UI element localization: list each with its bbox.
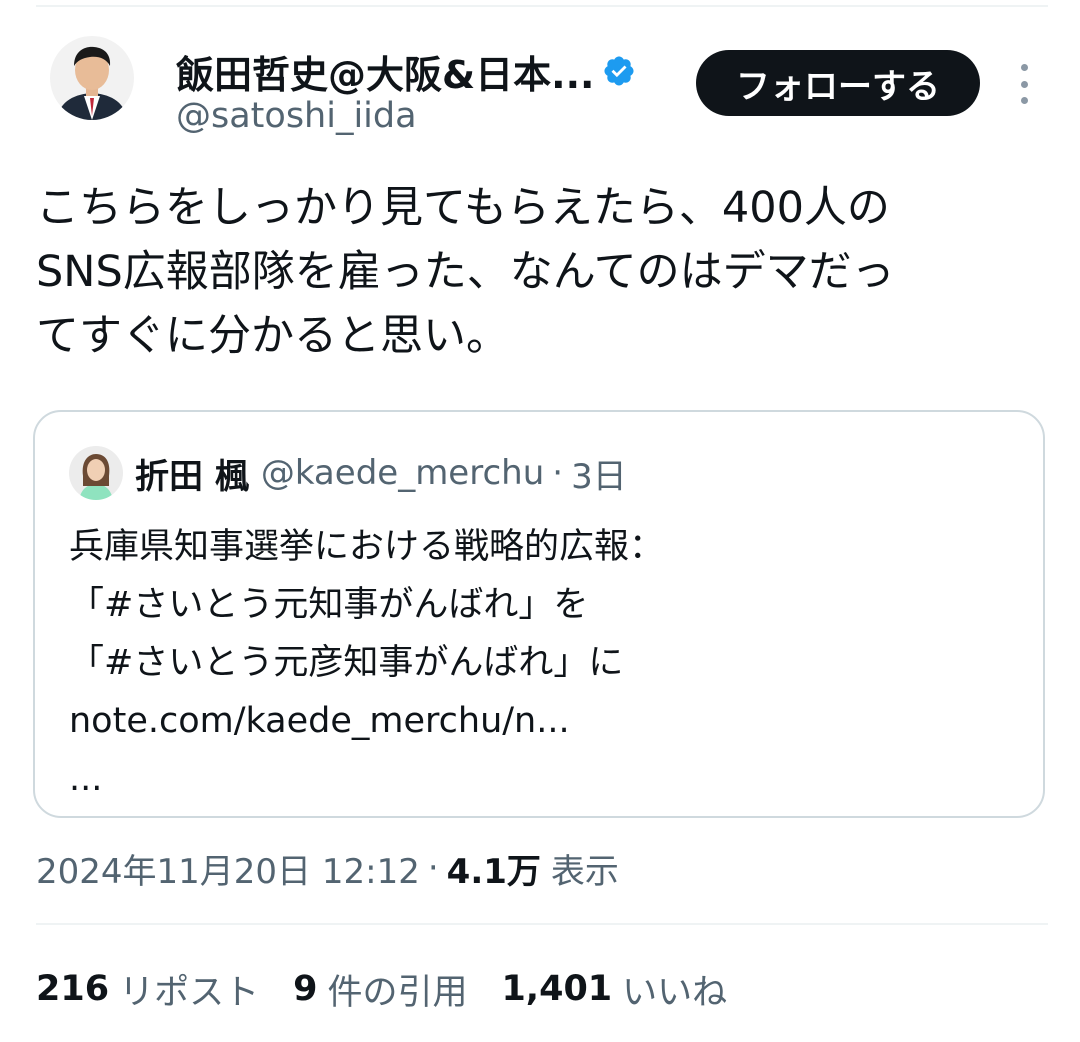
- quoted-avatar-image: [69, 446, 123, 500]
- author-handle[interactable]: @satoshi_iida: [176, 96, 417, 136]
- more-dot: [1020, 97, 1028, 104]
- more-options-icon[interactable]: [1010, 64, 1038, 104]
- quoted-text-line: 「#さいとう元彦知事がんばれ」に: [69, 643, 624, 683]
- likes-label: いいね: [622, 972, 728, 1013]
- quoted-text-line: 「#さいとう元知事がんばれ」を: [69, 585, 589, 625]
- author-avatar-image: [50, 36, 134, 120]
- author-avatar[interactable]: [50, 36, 134, 120]
- author-name-row: 飯田哲史@大阪&日本...: [176, 44, 636, 98]
- more-dot: [1020, 80, 1028, 88]
- more-dot: [1020, 64, 1028, 71]
- quoted-meta-separator: ·: [552, 453, 564, 493]
- quoted-ellipsis: ...: [69, 759, 103, 799]
- quoted-text: 兵庫県知事選挙における戦略的広報： 「#さいとう元知事がんばれ」を 「#さいとう…: [69, 518, 664, 808]
- tweet-text-line: てすぐに分かると思い。: [36, 311, 509, 361]
- quoted-time[interactable]: 3日: [571, 449, 627, 498]
- quoted-author-avatar: [69, 446, 123, 500]
- likes-count: 1,401: [501, 969, 613, 1009]
- timestamp-row: 2024年11月20日 12:12 · 4.1万 表示: [36, 840, 619, 896]
- timestamp-separator: ·: [427, 848, 439, 888]
- follow-button[interactable]: フォローする: [696, 50, 980, 116]
- quoted-tweet-card[interactable]: 折田 楓 @kaede_merchu · 3日 兵庫県知事選挙における戦略的広報…: [33, 410, 1045, 818]
- quoted-author-handle[interactable]: @kaede_merchu: [261, 453, 544, 493]
- verified-badge-icon: [602, 54, 636, 88]
- tweet-text-line: こちらをしっかり見てもらえたら、400人の: [36, 183, 890, 233]
- quoted-author-name[interactable]: 折田 楓: [135, 449, 249, 498]
- quoted-text-line: 兵庫県知事選挙における戦略的広報：: [69, 527, 665, 567]
- stats-divider: [36, 923, 1048, 925]
- quotes-stat[interactable]: 9 件の引用: [293, 964, 467, 1015]
- quotes-count: 9: [293, 969, 318, 1009]
- views-label: 表示: [550, 851, 619, 892]
- author-display-name[interactable]: 飯田哲史@大阪&日本...: [176, 44, 594, 99]
- reposts-label: リポスト: [119, 972, 260, 1013]
- engagement-stats: 216 リポスト 9 件の引用 1,401 いいね: [36, 960, 761, 1018]
- quoted-header: 折田 楓 @kaede_merchu · 3日: [135, 446, 627, 500]
- tweet-text: こちらをしっかり見てもらえたら、400人の SNS広報部隊を雇った、なんてのはデ…: [36, 176, 1046, 368]
- tweet-text-line: SNS広報部隊を雇った、なんてのはデマだっ: [36, 247, 895, 297]
- quoted-link[interactable]: note.com/kaede_merchu/n...: [69, 692, 664, 750]
- views-count: 4.1万: [446, 851, 541, 892]
- reposts-count: 216: [36, 969, 110, 1009]
- likes-stat[interactable]: 1,401 いいね: [501, 964, 727, 1015]
- tweet-timestamp[interactable]: 2024年11月20日 12:12: [36, 844, 420, 893]
- top-divider: [36, 5, 1048, 7]
- quotes-label: 件の引用: [327, 972, 468, 1013]
- reposts-stat[interactable]: 216 リポスト: [36, 964, 259, 1015]
